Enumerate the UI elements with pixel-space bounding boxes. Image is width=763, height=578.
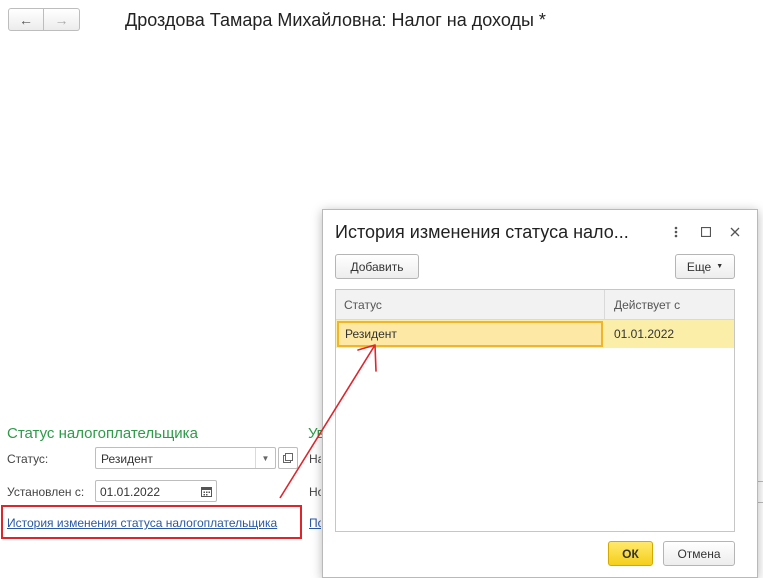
more-vertical-icon[interactable] (666, 222, 686, 242)
chevron-down-icon: ▼ (716, 263, 724, 270)
taxpayer-status-heading: Статус налогоплательщика (7, 425, 198, 442)
second-section-heading: Ув (308, 425, 322, 442)
forward-button[interactable]: → (44, 8, 80, 31)
maximize-icon[interactable] (696, 222, 716, 242)
add-button[interactable]: Добавить (335, 254, 419, 279)
ok-button[interactable]: ОК (608, 541, 653, 566)
set-from-date-value: 01.01.2022 (100, 485, 161, 499)
status-label: Статус: (7, 452, 49, 466)
page-title: Дроздова Тамара Михайловна: Налог на дох… (125, 10, 546, 30)
row-status: Резидент (345, 327, 397, 341)
status-history-link[interactable]: История изменения статуса налогоплательщ… (7, 516, 277, 530)
calendar-icon[interactable] (198, 484, 214, 499)
more-button[interactable]: Еще ▼ (675, 254, 735, 279)
column-header-valid-from[interactable]: Действует с (614, 298, 680, 312)
close-icon[interactable] (725, 222, 745, 242)
navigation-buttons: ← → (8, 8, 80, 31)
arrow-right-icon: → (54, 11, 69, 28)
chevron-down-icon[interactable]: ▼ (255, 448, 275, 468)
back-button[interactable]: ← (8, 8, 44, 31)
side-label-1: На (309, 452, 321, 466)
side-label-2: Но (309, 485, 321, 499)
open-window-icon (283, 453, 293, 463)
open-status-button[interactable] (278, 447, 298, 469)
set-from-date-input[interactable]: 01.01.2022 (95, 480, 217, 502)
row-valid-from: 01.01.2022 (614, 327, 675, 341)
table-row[interactable]: Резидент 01.01.2022 (336, 320, 734, 348)
dialog-title: История изменения статуса нало... (335, 222, 629, 242)
cancel-button[interactable]: Отмена (663, 541, 735, 566)
column-header-status[interactable]: Статус (344, 298, 382, 312)
column-divider[interactable] (604, 290, 605, 320)
table-header: Статус Действует с (336, 290, 734, 320)
status-history-table[interactable]: Статус Действует с Резидент 01.01.2022 (335, 289, 735, 532)
status-select[interactable]: Резидент ▼ (95, 447, 276, 469)
status-select-value: Резидент (101, 452, 153, 466)
set-from-label: Установлен с: (7, 485, 85, 499)
side-link[interactable]: По (309, 516, 321, 530)
more-button-label: Еще (686, 259, 712, 274)
status-history-dialog: История изменения статуса нало... Добави… (322, 209, 758, 578)
arrow-left-icon: ← (19, 11, 33, 28)
